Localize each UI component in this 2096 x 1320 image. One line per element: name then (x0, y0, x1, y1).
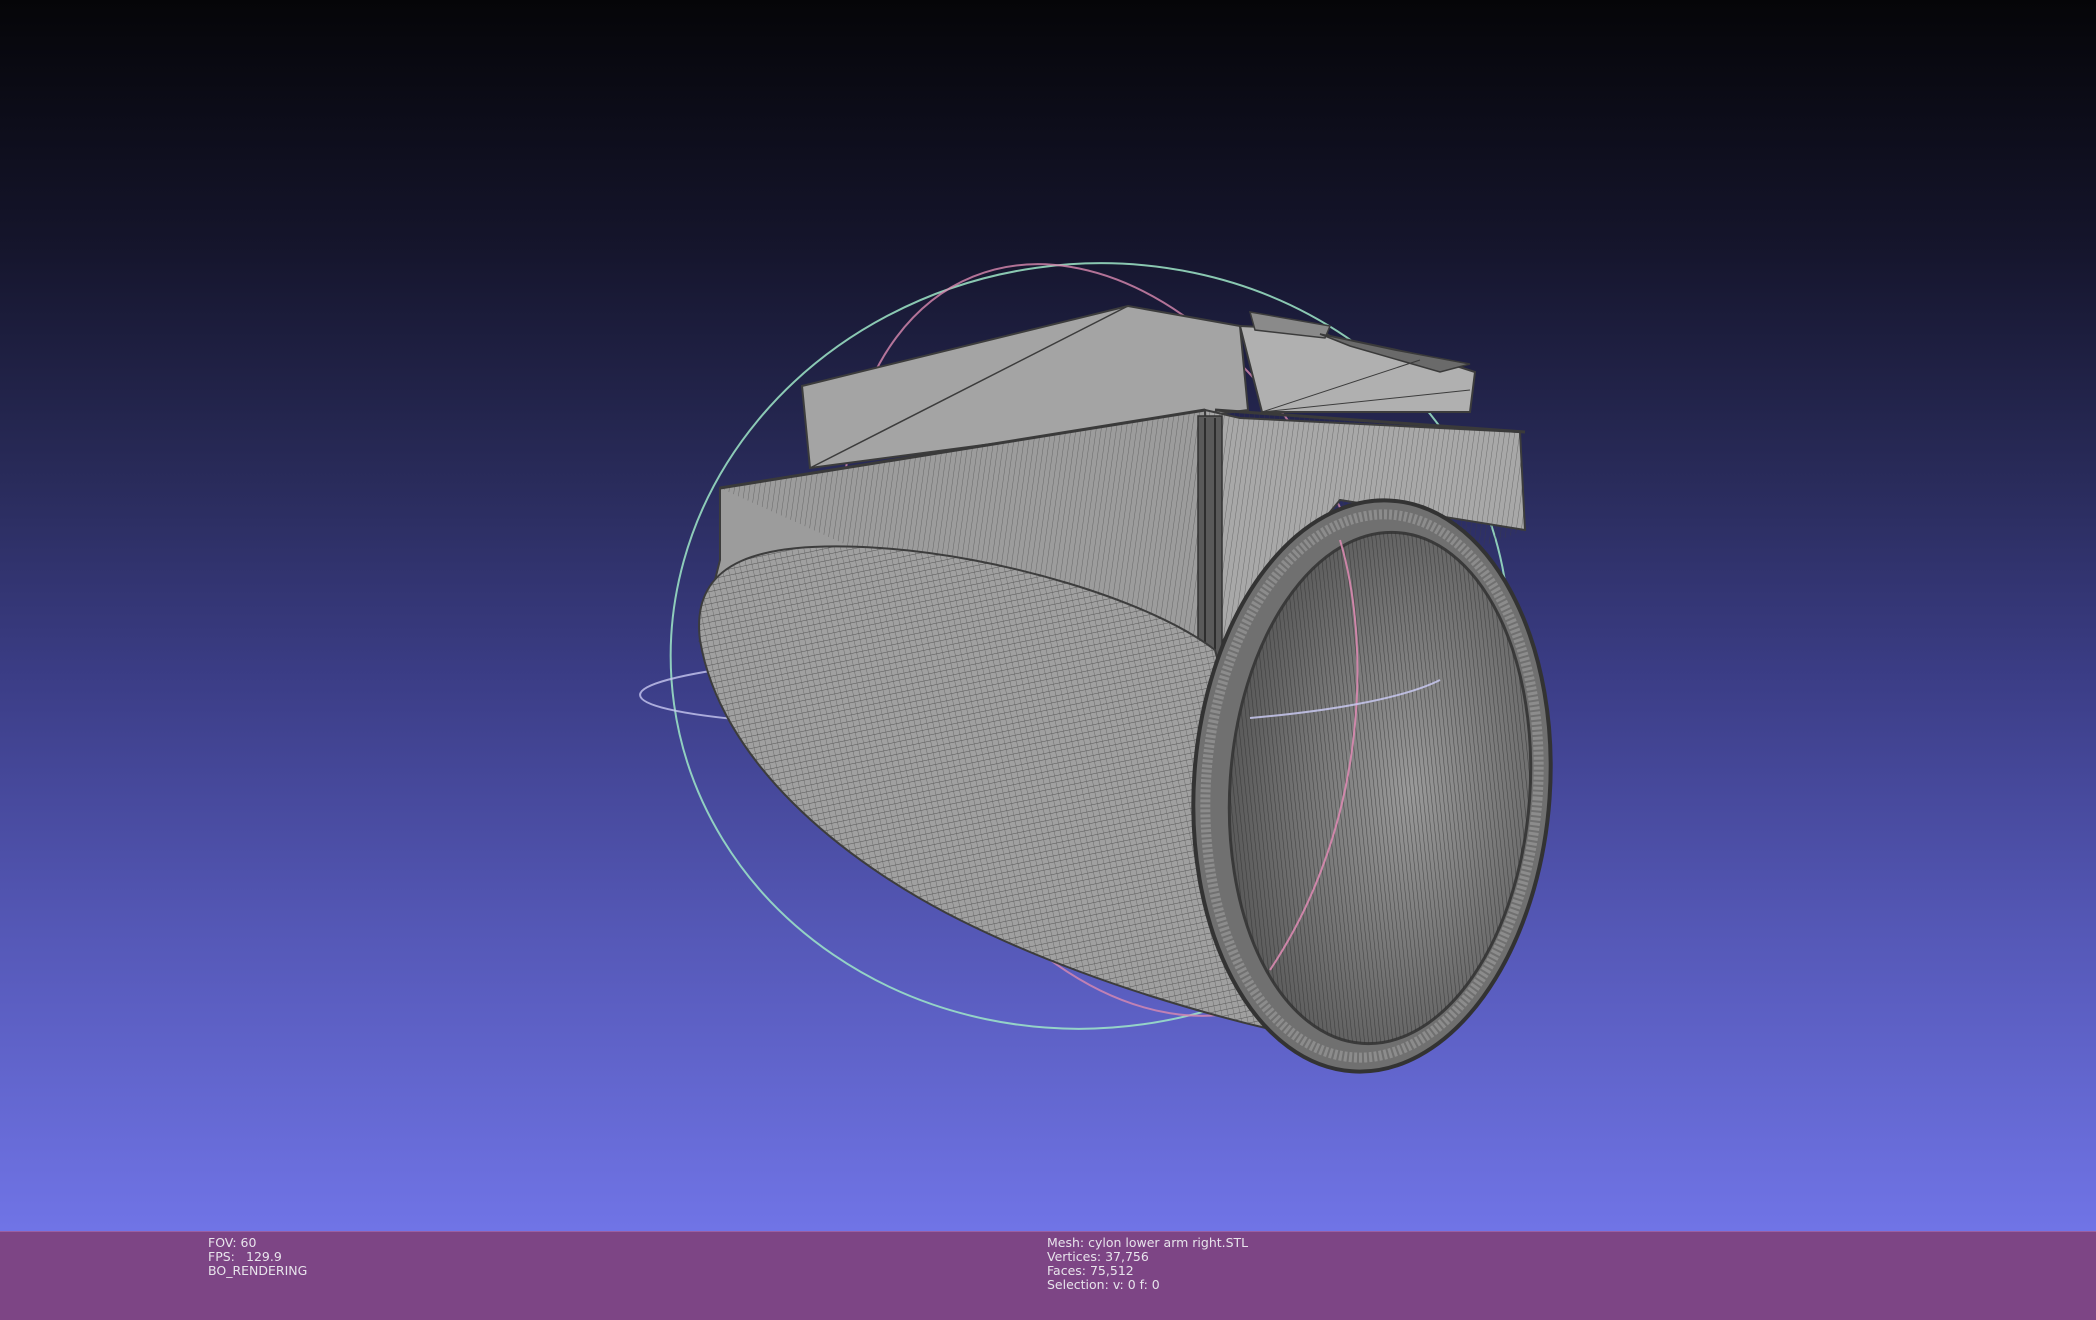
render-mode: BO_RENDERING (208, 1263, 308, 1278)
fps-row: FPS: 129.9 (208, 1250, 307, 1264)
mesh-name-row: Mesh: cylon lower arm right.STL (1047, 1236, 1248, 1250)
status-bar: FOV: 60 FPS: 129.9 BO_RENDERING Mesh: cyl… (0, 1231, 2096, 1320)
mesh-name: cylon lower arm right.STL (1088, 1235, 1249, 1250)
fov-label: FOV: (208, 1235, 237, 1250)
fps-value: 129.9 (246, 1249, 282, 1264)
vertices-row: Vertices: 37,756 (1047, 1250, 1248, 1264)
render-info: FOV: 60 FPS: 129.9 BO_RENDERING (208, 1236, 307, 1278)
fov-value: 60 (240, 1235, 257, 1250)
faces-row: Faces: 75,512 (1047, 1264, 1248, 1278)
vertices-label: Vertices: (1047, 1249, 1102, 1264)
faces-value: 75,512 (1089, 1263, 1134, 1278)
selection-value: v: 0 f: 0 (1112, 1277, 1160, 1292)
mesh-render[interactable] (0, 0, 2096, 1231)
fps-label: FPS: (208, 1249, 235, 1264)
3d-viewport[interactable] (0, 0, 2096, 1231)
fov-row: FOV: 60 (208, 1236, 307, 1250)
mesh-info: Mesh: cylon lower arm right.STL Vertices… (1047, 1236, 1248, 1292)
faces-label: Faces: (1047, 1263, 1086, 1278)
mesh-label: Mesh: (1047, 1235, 1085, 1250)
vertices-value: 37,756 (1105, 1249, 1149, 1264)
selection-label: Selection: (1047, 1277, 1109, 1292)
selection-row: Selection: v: 0 f: 0 (1047, 1278, 1248, 1292)
